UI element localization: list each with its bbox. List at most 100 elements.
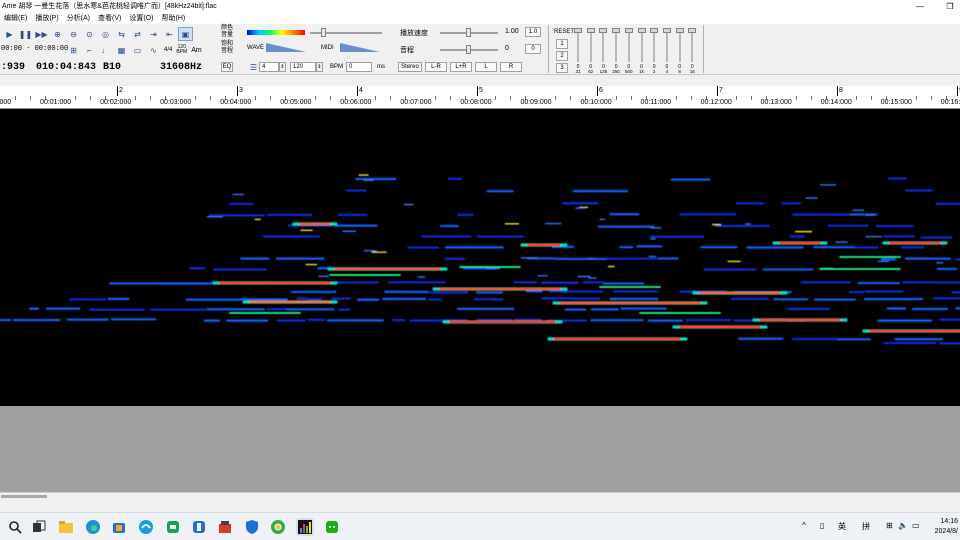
eq-knob[interactable] <box>599 28 608 33</box>
menu-help[interactable]: 帮助(H) <box>157 13 189 23</box>
media-icon[interactable] <box>216 518 234 536</box>
eq-band-4[interactable]: 04 <box>662 26 672 74</box>
eq-band-250[interactable]: 0 250 <box>611 26 621 74</box>
network-icon[interactable]: ⊞ <box>886 521 893 530</box>
midi-volume-ramp[interactable] <box>340 43 380 52</box>
ime-pinyin[interactable]: 拼 <box>862 521 870 532</box>
eq-knob[interactable] <box>624 28 633 33</box>
security-icon[interactable] <box>190 518 208 536</box>
pitch-slider-thumb[interactable] <box>466 45 471 54</box>
menu-play[interactable]: 播放(P) <box>31 13 62 23</box>
beats-spinner[interactable]: ⇕ <box>279 62 286 72</box>
eq-track[interactable] <box>653 28 656 62</box>
back-icon[interactable]: ⇤ <box>162 27 177 41</box>
store-icon[interactable] <box>110 518 128 536</box>
search-icon[interactable] <box>6 518 24 536</box>
left-channel-button[interactable]: L <box>475 62 497 72</box>
eq-knob[interactable] <box>574 28 582 33</box>
eq-button[interactable]: EQ <box>221 62 233 72</box>
menu-view[interactable]: 查看(V) <box>94 13 125 23</box>
timeline-ruler[interactable]: 00:00:000 00:01:000 00:02:000 00:03:000 00:0… <box>0 86 960 109</box>
spectrogram-view[interactable] <box>0 109 960 406</box>
eq-knob[interactable] <box>612 28 621 33</box>
onedrive-icon[interactable]: ▯ <box>820 521 824 530</box>
ime-english[interactable]: 英 <box>838 521 846 532</box>
loop-icon[interactable]: ⇆ <box>114 27 129 41</box>
grid-icon[interactable]: ▦ <box>114 43 129 57</box>
offset-input[interactable]: 0 <box>346 62 372 72</box>
eq-track[interactable] <box>577 28 579 62</box>
l-minus-r-button[interactable]: L-R <box>425 62 447 72</box>
forward-icon[interactable]: ⇥ <box>146 27 161 41</box>
eq-band-500[interactable]: 0 500 <box>624 26 634 74</box>
eq-track[interactable] <box>678 28 681 62</box>
eq-knob[interactable] <box>688 28 697 33</box>
play-icon[interactable]: ▶ <box>2 27 17 41</box>
zoom-fit-icon[interactable]: ⊙ <box>82 27 97 41</box>
eq-band-31[interactable]: 0 31 <box>573 26 583 74</box>
zoom-reset-icon[interactable]: ◎ <box>98 27 113 41</box>
eq-band-16[interactable]: 0 16 <box>687 26 697 74</box>
swap-icon[interactable]: ⇄ <box>130 27 145 41</box>
box-icon[interactable]: ▭ <box>130 43 145 57</box>
zoom-in-icon[interactable]: ⊕ <box>50 27 65 41</box>
scrollbar-thumb[interactable] <box>1 495 47 498</box>
eq-track[interactable] <box>627 28 630 62</box>
speed-reset-button[interactable]: 1.0 <box>525 27 541 37</box>
pause-icon[interactable]: ❚❚ <box>18 27 33 41</box>
bpm-input[interactable]: 120 <box>290 62 316 72</box>
eq-reset-label[interactable]: RESET <box>554 29 574 35</box>
wave-icon[interactable]: ∿ <box>146 43 161 57</box>
eq-band-8[interactable]: 08 <box>675 26 685 74</box>
horizontal-scrollbar[interactable] <box>0 492 960 502</box>
monitor-icon[interactable]: ▣ <box>178 27 193 41</box>
wave-volume-ramp[interactable] <box>266 43 306 52</box>
volume-icon[interactable]: 🔈 <box>898 521 908 530</box>
zoom-out-icon[interactable]: ⊖ <box>66 27 81 41</box>
right-channel-button[interactable]: R <box>500 62 522 72</box>
eq-band-62[interactable]: 0 62 <box>586 26 596 74</box>
eq-preset-1[interactable]: 1 <box>556 39 568 49</box>
shield-icon[interactable] <box>243 518 261 536</box>
edge-icon[interactable] <box>84 518 102 536</box>
task-view-icon[interactable] <box>30 518 48 536</box>
eq-track[interactable] <box>602 28 605 62</box>
eq-track[interactable] <box>589 28 592 62</box>
color-slider-thumb[interactable] <box>321 28 326 37</box>
tray-overflow[interactable]: ^ <box>802 521 806 530</box>
battery-icon[interactable]: ▭ <box>912 521 920 530</box>
eq-preset-2[interactable]: 2 <box>556 51 568 61</box>
eq-band-2[interactable]: 02 <box>649 26 659 74</box>
wechat-icon[interactable] <box>323 518 341 536</box>
eq-knob[interactable] <box>637 28 646 33</box>
eq-preset-3[interactable]: 3 <box>556 63 568 73</box>
pitch-reset-button[interactable]: 0 <box>525 44 541 54</box>
stereo-button[interactable]: Stereo <box>398 62 422 72</box>
file-explorer-icon[interactable] <box>57 518 75 536</box>
spectrogram-canvas[interactable] <box>0 109 960 406</box>
menu-settings[interactable]: 设置(O) <box>125 13 157 23</box>
eq-track[interactable] <box>691 28 694 62</box>
maximize-icon[interactable]: ❐ <box>940 0 960 12</box>
eq-track[interactable] <box>640 28 643 62</box>
speed-slider-thumb[interactable] <box>466 28 471 37</box>
chrome-icon[interactable] <box>269 518 287 536</box>
bpm-spinner[interactable]: ⇕ <box>316 62 323 72</box>
spectrum-app-icon[interactable] <box>296 518 314 536</box>
beats-input[interactable]: 4 <box>259 62 279 72</box>
eq-knob[interactable] <box>662 28 671 33</box>
eq-knob[interactable] <box>675 28 684 33</box>
chat-icon[interactable] <box>164 518 182 536</box>
eq-track[interactable] <box>615 28 618 62</box>
split-icon[interactable]: ⊞ <box>66 43 81 57</box>
eq-band-125[interactable]: 0 125 <box>598 26 608 74</box>
l-plus-r-button[interactable]: L+R <box>450 62 472 72</box>
eq-knob[interactable] <box>650 28 659 33</box>
minimize-icon[interactable]: — <box>910 0 930 12</box>
step-forward-icon[interactable]: ▶▶ <box>34 27 49 41</box>
note-icon[interactable]: ♩ <box>98 43 113 57</box>
edge-dev-icon[interactable] <box>137 518 155 536</box>
menu-analyze[interactable]: 分析(A) <box>63 13 94 23</box>
menu-edit[interactable]: 编辑(E) <box>0 13 31 23</box>
bracket-icon[interactable]: ⌐ <box>82 43 97 57</box>
